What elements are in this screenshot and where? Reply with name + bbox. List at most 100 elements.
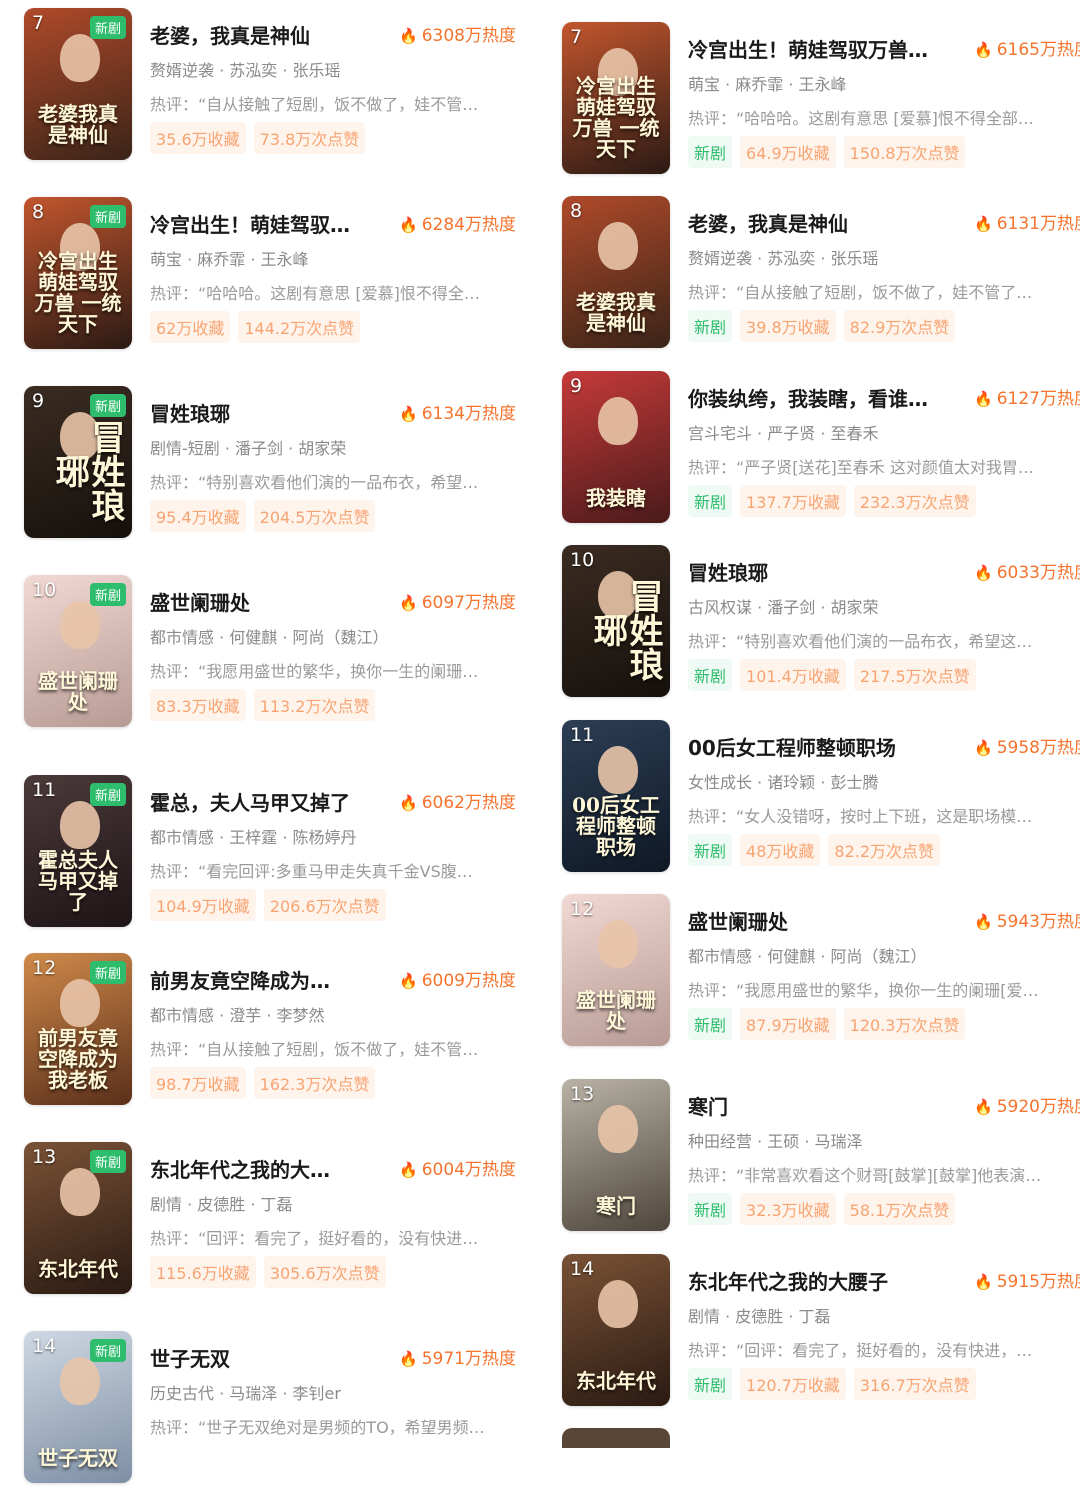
drama-title[interactable]: 老婆，我真是神仙 [150,20,380,49]
likes-count: 206.6万次点赞 [263,889,386,921]
genre-cast-tags: 剧情 · 皮德胜 · 丁磊 [150,1195,293,1214]
poster-title-art: 霍总夫人马甲又掉了 [38,848,118,914]
heat-score: 🔥 6009万热度 [399,966,516,991]
drama-poster[interactable]: 盛世阑珊处 12 [562,894,670,1046]
new-drama-chip: 新剧 [688,834,733,866]
drama-list-item[interactable]: 寒门 13 寒门 🔥5920万热度种田经营 · 王硕 · 马瑞泽热评：“非常喜欢看这个… [540,1079,1080,1249]
heat-value: 6062万热度 [421,793,516,813]
stats-row: 新剧 120.7万收藏 316.7万次点赞 [688,1368,976,1400]
drama-list-item[interactable]: 东北年代 14 东北年代之我的大腰子 🔥5915万热度剧情 · 皮德胜 · 丁磊热评：… [540,1254,1080,1424]
favorites-count: 64.9万收藏 [740,136,836,168]
poster-figure [598,920,638,968]
poster-figure [60,1168,100,1216]
hot-review: 热评：“哈哈哈。这剧有意思 [爱慕]恨不得全… [150,284,480,303]
hot-review: 热评：“特别喜欢看他们演的一品布衣，希望这… [688,632,1033,651]
flame-icon: 🔥 [974,1273,993,1291]
stats-row: 新剧 87.9万收藏 120.3万次点赞 [688,1008,966,1040]
flame-icon: 🔥 [399,1161,418,1179]
favorites-count: 137.7万收藏 [740,485,846,517]
new-drama-badge: 新剧 [89,16,126,39]
drama-title[interactable]: 冷宫出生！萌娃驾驭… [150,209,380,238]
drama-title[interactable]: 盛世阑珊处 [150,587,380,616]
drama-list-item[interactable]: 我装瞎 9 你装纨绔，我装瞎，看谁… 🔥6127万热度宫斗宅斗 · 严子贤 · 至春禾… [540,371,1080,541]
drama-title[interactable]: 冒姓琅琊 [150,398,380,427]
drama-poster[interactable]: 冷宫出生 萌娃驾驭万兽 一统天下 8 新剧 [24,197,132,349]
drama-title[interactable]: 寒门 [688,1091,948,1120]
drama-title[interactable]: 00后女工程师整顿职场 [688,732,948,761]
drama-title[interactable]: 冒姓琅琊 [688,557,948,586]
drama-poster[interactable]: 寒门 13 [562,1079,670,1231]
drama-list-item[interactable]: 00后女工程师整顿职场 11 00后女工程师整顿职场 🔥5958万热度女性成长 · 诸… [540,720,1080,890]
drama-poster[interactable]: 我装瞎 9 [562,371,670,523]
poster-title-art: 冷宫出生 萌娃驾驭万兽 一统天下 [34,249,122,336]
genre-cast-tags: 宫斗宅斗 · 严子贤 · 至春禾 [688,424,879,443]
flame-icon: 🔥 [399,594,418,612]
drama-poster[interactable]: 东北年代 13 新剧 [24,1142,132,1294]
drama-title[interactable]: 盛世阑珊处 [688,906,948,935]
drama-poster[interactable]: 东北年代 14 [562,1254,670,1406]
poster-title-art: 老婆我真是神仙 [38,102,118,147]
heat-value: 6165万热度 [996,40,1080,60]
heat-score: 🔥 6284万热度 [399,210,516,235]
heat-value: 5920万热度 [996,1097,1080,1117]
flame-icon: 🔥 [974,913,993,931]
drama-list-item[interactable]: 老婆我真是神仙 8 老婆，我真是神仙 🔥6131万热度赘婿逆袭 · 苏泓奕 · 张乐瑶… [540,196,1080,366]
likes-count: 113.2万次点赞 [253,689,376,721]
drama-poster[interactable]: 前男友竟空降成为我老板 12 新剧 [24,953,132,1105]
drama-title[interactable]: 你装纨绔，我装瞎，看谁… [688,383,948,412]
drama-title[interactable]: 东北年代之我的大腰子 [688,1266,948,1295]
poster-title-art: 冷宫出生 萌娃驾驭万兽 一统天下 [572,74,660,161]
flame-icon: 🔥 [399,216,418,234]
drama-poster[interactable]: 老婆我真是神仙 7 新剧 [24,8,132,160]
likes-count: 82.9万次点赞 [843,310,956,342]
drama-poster[interactable]: 盛世阑珊处 10 新剧 [24,575,132,727]
heat-score: 🔥6127万热度 [974,384,1080,409]
genre-cast-tags: 萌宝 · 麻乔霏 · 王永峰 [688,75,847,94]
drama-list-item[interactable]: 东北年代 13 新剧 东北年代之我的大… 🔥 6004万热度 剧情 · 皮德胜 · 丁磊 热评… [0,1142,540,1312]
heat-value: 6033万热度 [996,563,1080,583]
poster-title-art: 寒门 [596,1194,636,1218]
drama-list-item[interactable]: 盛世阑珊处 12 盛世阑珊处 🔥5943万热度都市情感 · 何健麒 · 阿尚（魏江） 热… [540,894,1080,1064]
new-drama-chip: 新剧 [688,1193,733,1225]
drama-poster[interactable]: 世子无双 14 新剧 [24,1331,132,1483]
genre-cast-tags: 都市情感 · 王梓霆 · 陈杨婷丹 [150,828,357,847]
new-drama-badge: 新剧 [89,394,126,417]
rank-number: 10 [32,579,57,601]
drama-list-item[interactable]: 老婆我真是神仙 7 新剧 老婆，我真是神仙 🔥 6308万热度 赘婿逆袭 · 苏泓奕 · 张… [0,8,540,178]
poster-title-art: 老婆我真是神仙 [576,290,656,335]
drama-title[interactable]: 霍总，夫人马甲又掉了 [150,787,380,816]
stats-row: 95.4万收藏 204.5万次点赞 [150,500,376,532]
drama-title[interactable]: 老婆，我真是神仙 [688,208,948,237]
heat-score: 🔥6131万热度 [974,209,1080,234]
drama-list-item[interactable]: 世子无双 14 新剧 世子无双 🔥 5971万热度 历史古代 · 马瑞泽 · 李钊er 热评：… [0,1331,540,1501]
poster-title-art: 盛世阑珊处 [576,988,656,1033]
drama-title[interactable]: 冷宫出生！萌娃驾驭万兽… [688,34,948,63]
drama-list-item[interactable]: 冷宫出生 萌娃驾驭万兽 一统天下 7 冷宫出生！萌娃驾驭万兽… 🔥6165万热度萌宝 … [540,22,1080,192]
drama-poster[interactable]: 冒姓琅琊 9 新剧 [24,386,132,538]
drama-poster[interactable]: 00后女工程师整顿职场 11 [562,720,670,872]
rank-number: 13 [32,1146,57,1168]
genre-cast-tags: 女性成长 · 诸玲颖 · 彭士腾 [688,773,879,792]
drama-poster-partial [562,1428,670,1448]
hot-review: 热评：“自从接触了短剧，饭不做了，娃不管了… [688,283,1033,302]
drama-list-item[interactable]: 冒姓琅琊 10 冒姓琅琊 🔥6033万热度古风权谋 · 潘子剑 · 胡家荣热评：“特别… [540,545,1080,715]
drama-poster[interactable]: 老婆我真是神仙 8 [562,196,670,348]
drama-title[interactable]: 东北年代之我的大… [150,1154,380,1183]
drama-poster[interactable]: 冒姓琅琊 10 [562,545,670,697]
drama-list-item[interactable]: 霍总夫人马甲又掉了 11 新剧 霍总，夫人马甲又掉了 🔥 6062万热度都市情感 · 王梓… [0,775,540,945]
drama-list-item[interactable]: 冷宫出生 萌娃驾驭万兽 一统天下 8 新剧 冷宫出生！萌娃驾驭… 🔥 6284万热度 萌宝 … [0,197,540,367]
drama-poster[interactable]: 冷宫出生 萌娃驾驭万兽 一统天下 7 [562,22,670,174]
genre-cast-tags: 赘婿逆袭 · 苏泓奕 · 张乐瑶 [150,61,341,80]
favorites-count: 101.4万收藏 [740,659,846,691]
likes-count: 144.2万次点赞 [238,311,361,343]
drama-title[interactable]: 前男友竟空降成为… [150,965,380,994]
drama-list-item[interactable]: 冒姓琅琊 9 新剧 冒姓琅琊 🔥 6134万热度 剧情-短剧 · 潘子剑 · 胡家荣 热评：“… [0,386,540,556]
stats-row: 新剧 137.7万收藏 232.3万次点赞 [688,485,976,517]
drama-poster[interactable]: 霍总夫人马甲又掉了 11 新剧 [24,775,132,927]
heat-score: 🔥5958万热度 [974,733,1080,758]
stats-row: 115.6万收藏 305.6万次点赞 [150,1256,386,1288]
drama-list-item[interactable]: 盛世阑珊处 10 新剧 盛世阑珊处 🔥 6097万热度 都市情感 · 何健麒 · 阿尚（魏江… [0,575,540,745]
drama-list-item[interactable]: 前男友竟空降成为我老板 12 新剧 前男友竟空降成为… 🔥 6009万热度 都市情感 · 澄… [0,953,540,1123]
heat-score: 🔥 6062万热度 [399,788,516,813]
drama-title[interactable]: 世子无双 [150,1343,380,1372]
